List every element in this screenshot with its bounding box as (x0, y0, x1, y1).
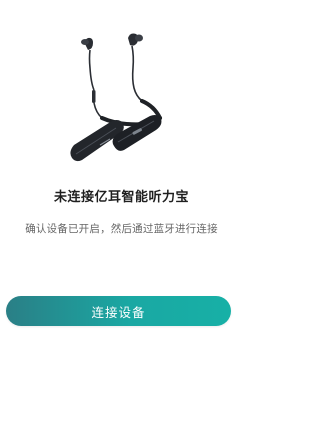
right-earbud-icon (128, 33, 143, 46)
connection-status-title: 未连接亿耳智能听力宝 (53, 190, 189, 205)
connect-device-button[interactable]: 连接设备 (6, 296, 231, 326)
neckband-earphones-image (70, 33, 162, 162)
left-earbud-icon (81, 37, 93, 50)
device-connect-screen: 未连接亿耳智能听力宝 确认设备已开启，然后通过蓝牙进行连接 连接设备 (0, 0, 243, 448)
connection-instructions: 确认设备已开启，然后通过蓝牙进行连接 (25, 223, 218, 235)
neckband-right-pod (112, 115, 162, 151)
